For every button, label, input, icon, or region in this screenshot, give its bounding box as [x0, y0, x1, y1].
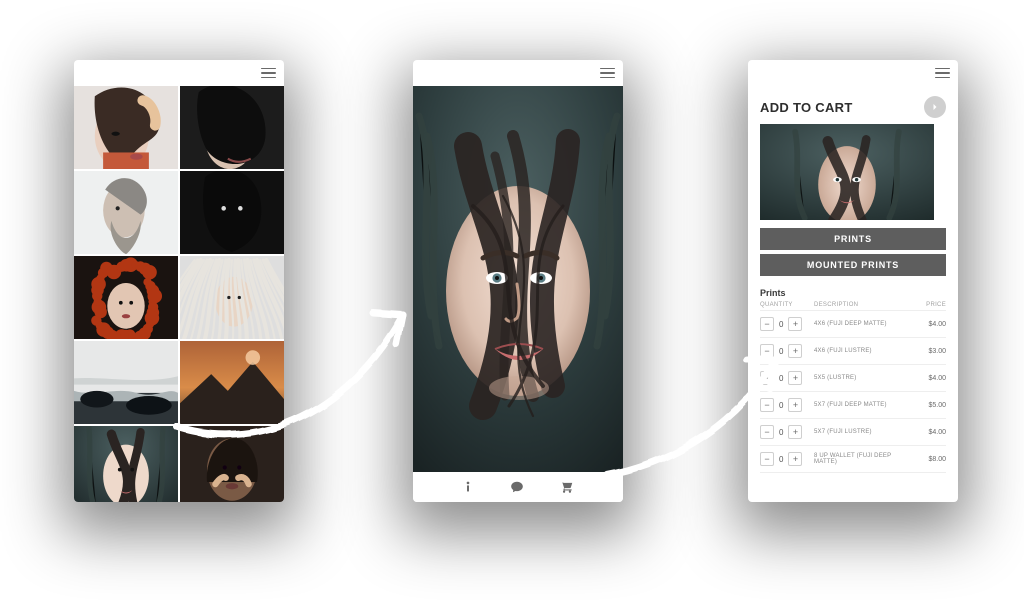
row-price: $8.00 [916, 456, 946, 463]
row-price: $4.00 [916, 375, 946, 382]
qty-plus[interactable]: + [788, 425, 802, 439]
row-description: 5X7 (FUJI LUSTRE) [814, 429, 916, 435]
row-price: $3.00 [916, 348, 946, 355]
qty-value: 0 [779, 455, 783, 464]
tile-woman-dark[interactable] [180, 86, 284, 169]
list-head: Prints QUANTITY DESCRIPTION PRICE [748, 280, 958, 310]
bottom-bar [413, 472, 623, 502]
qty-plus[interactable]: + [788, 371, 802, 385]
qty-minus[interactable]: − [760, 425, 774, 439]
price-row: − 0 + 5X7 (FUJI DEEP MATTE) $5.00 [760, 392, 946, 419]
menu-icon[interactable] [600, 68, 615, 79]
price-row: − 0 + 8 UP WALLET (FUJI DEEP MATTE) $8.0… [760, 446, 946, 473]
cart-title: ADD TO CART [760, 100, 853, 115]
qty-stepper: − 0 + [760, 452, 814, 466]
qty-minus[interactable]: − [760, 398, 774, 412]
qty-minus[interactable]: − [760, 344, 774, 358]
tab-mounted-prints[interactable]: MOUNTED PRINTS [760, 254, 946, 276]
price-row: − 0 + 5X7 (FUJI LUSTRE) $4.00 [760, 419, 946, 446]
tile-man-beard[interactable] [74, 171, 178, 254]
comment-icon[interactable] [509, 480, 525, 494]
qty-stepper: − 0 + [760, 317, 814, 331]
menu-icon[interactable] [935, 68, 950, 79]
topbar [413, 60, 623, 86]
tile-woman-redhair[interactable] [74, 256, 178, 339]
qty-stepper: − 0 + [760, 425, 814, 439]
qty-value: 0 [779, 374, 783, 383]
qty-plus[interactable]: + [788, 344, 802, 358]
qty-minus[interactable]: − [760, 317, 774, 331]
menu-icon[interactable] [261, 68, 276, 79]
hero-photo[interactable] [413, 86, 623, 472]
qty-stepper: − 0 + [760, 398, 814, 412]
thumb-woman-fur[interactable] [760, 124, 934, 220]
info-icon[interactable] [461, 480, 475, 494]
row-price: $5.00 [916, 402, 946, 409]
phone-gallery [74, 60, 284, 502]
right-arrow-icon[interactable] [924, 96, 946, 118]
tabs: PRINTS MOUNTED PRINTS [748, 228, 958, 276]
col-price: PRICE [916, 302, 946, 308]
price-row: − 0 + 5X5 (LUSTRE) $4.00 [760, 365, 946, 392]
tile-woman-masked[interactable] [180, 171, 284, 254]
row-description: 4X6 (FUJI DEEP MATTE) [814, 321, 916, 327]
qty-minus[interactable]: − [760, 371, 774, 385]
thumb-wrap [748, 124, 958, 228]
tile-woman-orange[interactable] [74, 86, 178, 169]
topbar [748, 60, 958, 86]
row-description: 5X5 (LUSTRE) [814, 375, 916, 381]
topbar [74, 60, 284, 86]
tile-sunset[interactable] [180, 341, 284, 424]
qty-stepper: − 0 + [760, 344, 814, 358]
cart-header: ADD TO CART [748, 86, 958, 124]
qty-minus[interactable]: − [760, 452, 774, 466]
photo-grid [74, 86, 284, 502]
qty-plus[interactable]: + [788, 398, 802, 412]
tile-woman-fur[interactable] [74, 426, 178, 502]
phone-photo [413, 60, 623, 502]
qty-stepper: − 0 + [760, 371, 814, 385]
qty-value: 0 [779, 428, 783, 437]
list-title: Prints [760, 288, 946, 298]
row-price: $4.00 [916, 321, 946, 328]
qty-value: 0 [779, 320, 783, 329]
price-row: − 0 + 4X6 (FUJI DEEP MATTE) $4.00 [760, 310, 946, 338]
row-description: 4X6 (FUJI LUSTRE) [814, 348, 916, 354]
price-row: − 0 + 4X6 (FUJI LUSTRE) $3.00 [760, 338, 946, 365]
stage: ADD TO CART [0, 0, 1024, 611]
price-rows: − 0 + 4X6 (FUJI DEEP MATTE) $4.00 − 0 + … [748, 310, 958, 473]
qty-value: 0 [779, 401, 783, 410]
qty-plus[interactable]: + [788, 452, 802, 466]
row-description: 5X7 (FUJI DEEP MATTE) [814, 402, 916, 408]
tile-woman-hands[interactable] [180, 426, 284, 502]
tile-seascape[interactable] [74, 341, 178, 424]
qty-plus[interactable]: + [788, 317, 802, 331]
row-price: $4.00 [916, 429, 946, 436]
cart-icon[interactable] [559, 480, 575, 494]
column-headers: QUANTITY DESCRIPTION PRICE [760, 302, 946, 308]
col-description: DESCRIPTION [814, 302, 916, 308]
tile-woman-white[interactable] [180, 256, 284, 339]
row-description: 8 UP WALLET (FUJI DEEP MATTE) [814, 453, 916, 465]
phone-cart: ADD TO CART [748, 60, 958, 502]
col-quantity: QUANTITY [760, 302, 814, 308]
qty-value: 0 [779, 347, 783, 356]
tab-prints[interactable]: PRINTS [760, 228, 946, 250]
